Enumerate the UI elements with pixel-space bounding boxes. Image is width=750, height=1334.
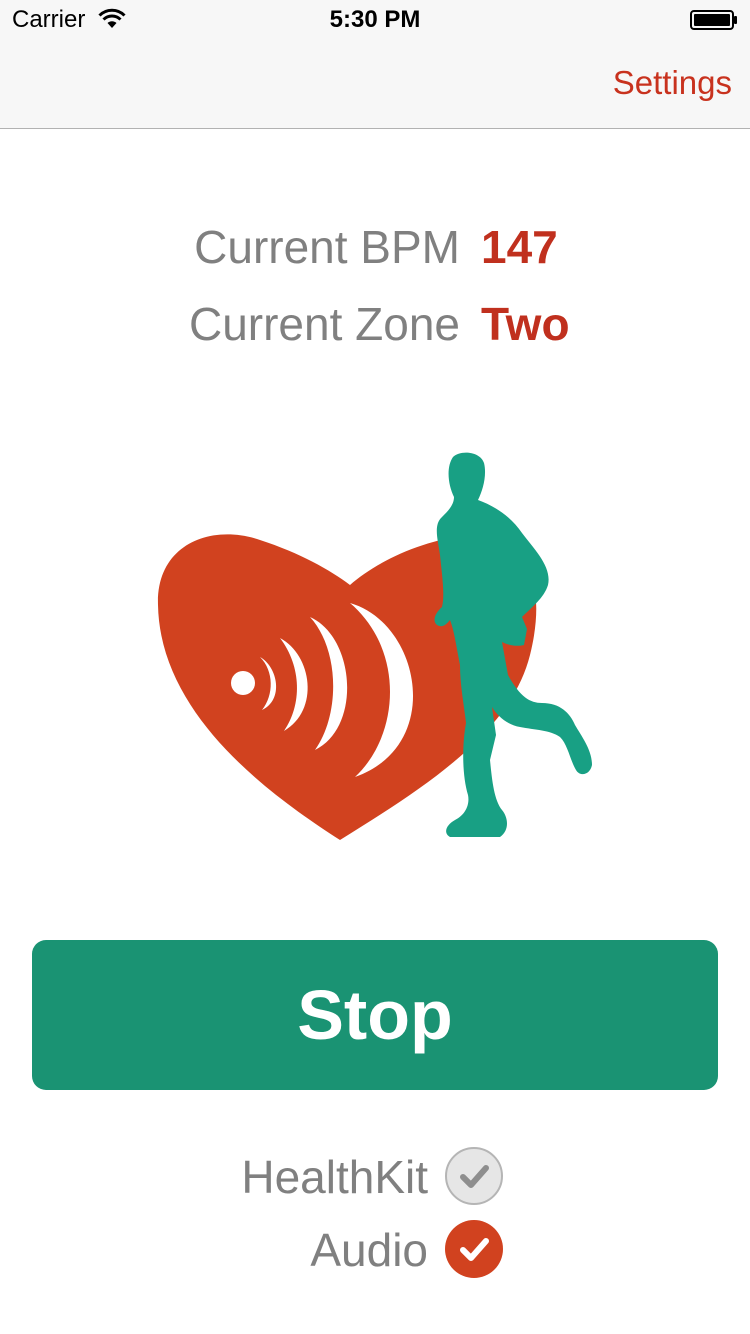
healthkit-checkmark-icon[interactable] bbox=[444, 1146, 504, 1206]
audio-checkmark-icon[interactable] bbox=[444, 1219, 504, 1279]
zone-row: Current Zone Two bbox=[0, 297, 750, 357]
audio-label: Audio bbox=[310, 1224, 428, 1276]
healthkit-option: HealthKit bbox=[0, 1146, 750, 1210]
bpm-label: Current BPM bbox=[194, 221, 460, 273]
settings-button[interactable]: Settings bbox=[613, 64, 732, 102]
clock: 5:30 PM bbox=[329, 6, 421, 33]
stop-button[interactable]: Stop bbox=[32, 940, 718, 1090]
navigation-bar: Settings bbox=[0, 40, 750, 129]
battery-icon bbox=[690, 10, 737, 30]
bpm-value: 147 bbox=[481, 221, 558, 273]
zone-value: Two bbox=[481, 298, 570, 350]
runner-silhouette-icon bbox=[434, 452, 592, 837]
heart-pulse-runner-icon bbox=[157, 452, 592, 840]
audio-option: Audio bbox=[0, 1219, 750, 1283]
healthkit-label: HealthKit bbox=[241, 1151, 428, 1203]
zone-label: Current Zone bbox=[188, 298, 460, 350]
bpm-row: Current BPM 147 bbox=[0, 220, 750, 280]
status-bar: Carrier 5:30 PM bbox=[0, 0, 750, 40]
